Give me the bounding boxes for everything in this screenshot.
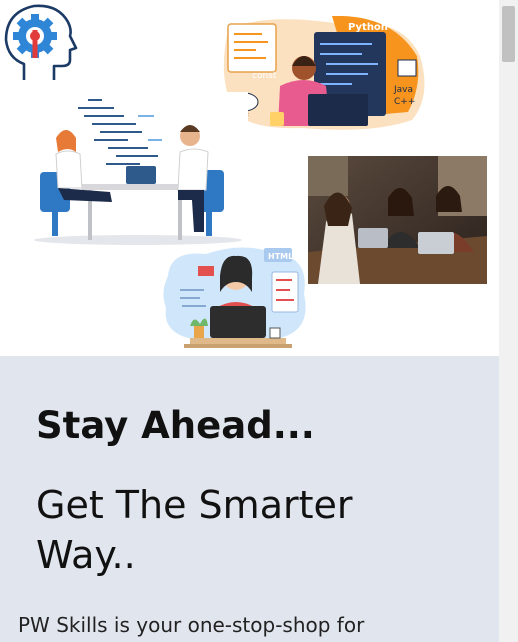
team-photo xyxy=(308,156,487,284)
headline-stay-ahead: Stay Ahead... xyxy=(36,404,315,447)
scrollbar-thumb[interactable] xyxy=(502,6,515,62)
const-label: const xyxy=(252,71,277,81)
brain-gear-logo-icon xyxy=(4,4,78,80)
page-viewport: Python Java C++ const def xyxy=(0,0,499,642)
hero-collage: Python Java C++ const def xyxy=(0,0,499,356)
cpp-label: C++ xyxy=(394,97,415,107)
girl-coding-illustration: HTML xyxy=(163,247,306,348)
html-label: HTML xyxy=(268,252,293,261)
java-label: Java xyxy=(393,85,413,95)
headline-smarter-way: Get The Smarter Way.. xyxy=(36,483,353,577)
vertical-scrollbar[interactable] xyxy=(499,0,518,642)
coder-illustration: Python Java C++ const def xyxy=(223,16,425,130)
description-text: PW Skills is your one-stop-shop for xyxy=(18,613,365,637)
python-label: Python xyxy=(348,22,388,33)
promo-section: Stay Ahead... Get The Smarter Way.. PW S… xyxy=(0,356,499,642)
team-illustration xyxy=(18,92,248,248)
